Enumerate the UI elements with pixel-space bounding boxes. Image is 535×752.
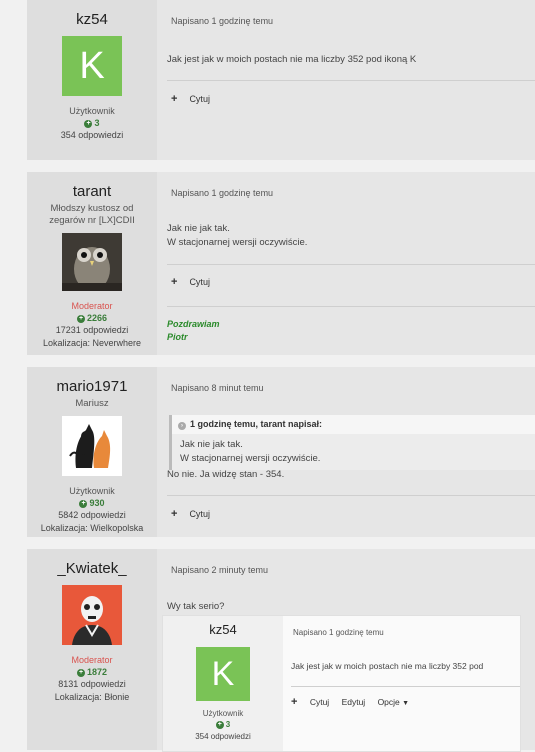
divider: [167, 495, 535, 496]
post-content: Napisano 8 minut temu › 1 godzinę temu, t…: [157, 367, 535, 537]
divider: [167, 306, 535, 307]
reputation-badge: +3: [215, 720, 231, 729]
skull-avatar-image: [62, 585, 122, 645]
post-body: No nie. Ja widzę stan - 354.: [167, 469, 285, 480]
plus-icon: +: [171, 276, 178, 288]
author-title: Młodszy kustosz od zegarów nr [LX]CDII: [49, 203, 135, 226]
post-author-panel: _Kwiatek_ Moderator +1872 8131 odpowiedz…: [27, 549, 157, 750]
signature: Pozdrawiam Piotr: [167, 318, 220, 344]
signature-line: Pozdrawiam: [167, 319, 220, 329]
caret-down-icon: ▼: [402, 700, 410, 707]
reputation-badge: +3: [84, 118, 100, 128]
avatar[interactable]: [62, 585, 122, 645]
plus-icon: +: [79, 499, 88, 508]
post-author-panel: mario1971 Mariusz Użytkownik +930 5842 o…: [27, 367, 157, 537]
post-date[interactable]: Napisano 1 godzinę temu: [171, 16, 273, 26]
post-body: Jak nie jak tak. W stacjonarnej wersji o…: [167, 222, 307, 250]
author-name[interactable]: _Kwiatek_: [27, 560, 157, 577]
divider: [167, 80, 535, 81]
author-name: kz54: [209, 622, 237, 637]
embedded-screenshot: kz54 K Użytkownik +3 354 odpowiedzi Napi…: [162, 615, 521, 752]
plus-icon: +: [171, 508, 178, 520]
author-name[interactable]: tarant: [27, 183, 157, 200]
post-date: Napisano 1 godzinę temu: [293, 628, 384, 637]
author-group: Moderator: [71, 301, 113, 311]
author-location: Lokalizacja: Błonie: [54, 692, 130, 702]
post-body: Wy tak serio?: [167, 601, 225, 612]
post-date[interactable]: Napisano 8 minut temu: [171, 383, 264, 393]
post-kz54: kz54 K Użytkownik +3 354 odpowiedzi Napi…: [27, 0, 535, 160]
author-location: Lokalizacja: Wielkopolska: [40, 523, 144, 533]
quote-button[interactable]: + Cytuj: [171, 93, 210, 105]
plus-icon: +: [291, 696, 298, 708]
author-group: Moderator: [71, 655, 113, 665]
avatar: K: [196, 647, 250, 701]
reputation-badge: +2266: [76, 313, 108, 323]
answer-count: 354 odpowiedzi: [60, 130, 124, 140]
avatar[interactable]: [62, 233, 122, 291]
post-author-panel: tarant Młodszy kustosz od zegarów nr [LX…: [27, 172, 157, 355]
post-content: Napisano 1 godzinę temu Jak jest jak w m…: [157, 0, 535, 160]
signature-line: Piotr: [167, 332, 188, 342]
post-content: Napisano 1 godzinę temu Jak nie jak tak.…: [157, 172, 535, 355]
author-location: Lokalizacja: Neverwhere: [42, 338, 142, 348]
author-group: Użytkownik: [69, 486, 115, 496]
options-button: Opcje: [377, 697, 400, 707]
post-tarant: tarant Młodszy kustosz od zegarów nr [LX…: [27, 172, 535, 355]
avatar[interactable]: [62, 416, 122, 476]
post-author-panel: kz54 K Użytkownik +3 354 odpowiedzi: [27, 0, 157, 160]
quote-line: Jak nie jak tak.: [180, 439, 243, 450]
plus-icon: +: [76, 668, 85, 677]
author-group: Użytkownik: [69, 106, 115, 116]
quote-arrow-icon: ›: [178, 422, 186, 430]
edit-button: Edytuj: [341, 697, 366, 707]
post-mario1971: mario1971 Mariusz Użytkownik +930 5842 o…: [27, 367, 535, 537]
post-author-panel: kz54 K Użytkownik +3 354 odpowiedzi: [163, 616, 283, 751]
quote-button: Cytuj: [309, 697, 330, 707]
owl-avatar-image: [62, 233, 122, 291]
reputation-badge: +930: [79, 498, 105, 508]
divider: [291, 686, 520, 687]
author-group: Użytkownik: [202, 709, 244, 718]
answer-count: 17231 odpowiedzi: [55, 325, 129, 335]
divider: [167, 264, 535, 265]
post-content: Napisano 1 godzinę temu Jak jest jak w m…: [283, 616, 520, 751]
plus-icon: +: [171, 93, 178, 105]
post-date[interactable]: Napisano 2 minuty temu: [171, 565, 268, 575]
quote-button[interactable]: + Cytuj: [171, 276, 210, 288]
answer-count: 354 odpowiedzi: [195, 732, 251, 741]
plus-icon: +: [76, 314, 85, 323]
post-body: Jak jest jak w moich postach nie ma licz…: [291, 661, 484, 671]
post-actions: + Cytuj Edytuj Opcje ▼: [291, 696, 409, 708]
plus-icon: +: [84, 119, 93, 128]
cats-avatar-image: [62, 416, 122, 476]
answer-count: 5842 odpowiedzi: [58, 510, 126, 520]
author-name[interactable]: mario1971: [27, 378, 157, 395]
post-body-line: W stacjonarnej wersji oczywiście.: [167, 237, 308, 248]
post-body-line: Jak nie jak tak.: [167, 223, 230, 234]
quote-header[interactable]: › 1 godzinę temu, tarant napisał:: [172, 415, 535, 434]
reputation-badge: +1872: [76, 667, 108, 677]
quote-block: › 1 godzinę temu, tarant napisał: Jak nie…: [169, 415, 535, 470]
quote-body: Jak nie jak tak. W stacjonarnej wersji o…: [172, 434, 535, 470]
plus-icon: +: [215, 720, 224, 729]
author-name[interactable]: kz54: [27, 11, 157, 28]
avatar[interactable]: K: [62, 36, 122, 96]
quote-line: W stacjonarnej wersji oczywiście.: [180, 453, 321, 464]
author-title: Mariusz: [75, 398, 109, 409]
answer-count: 8131 odpowiedzi: [58, 679, 126, 689]
post-body: Jak jest jak w moich postach nie ma licz…: [167, 54, 417, 65]
post-date[interactable]: Napisano 1 godzinę temu: [171, 188, 273, 198]
quote-button[interactable]: + Cytuj: [171, 508, 210, 520]
